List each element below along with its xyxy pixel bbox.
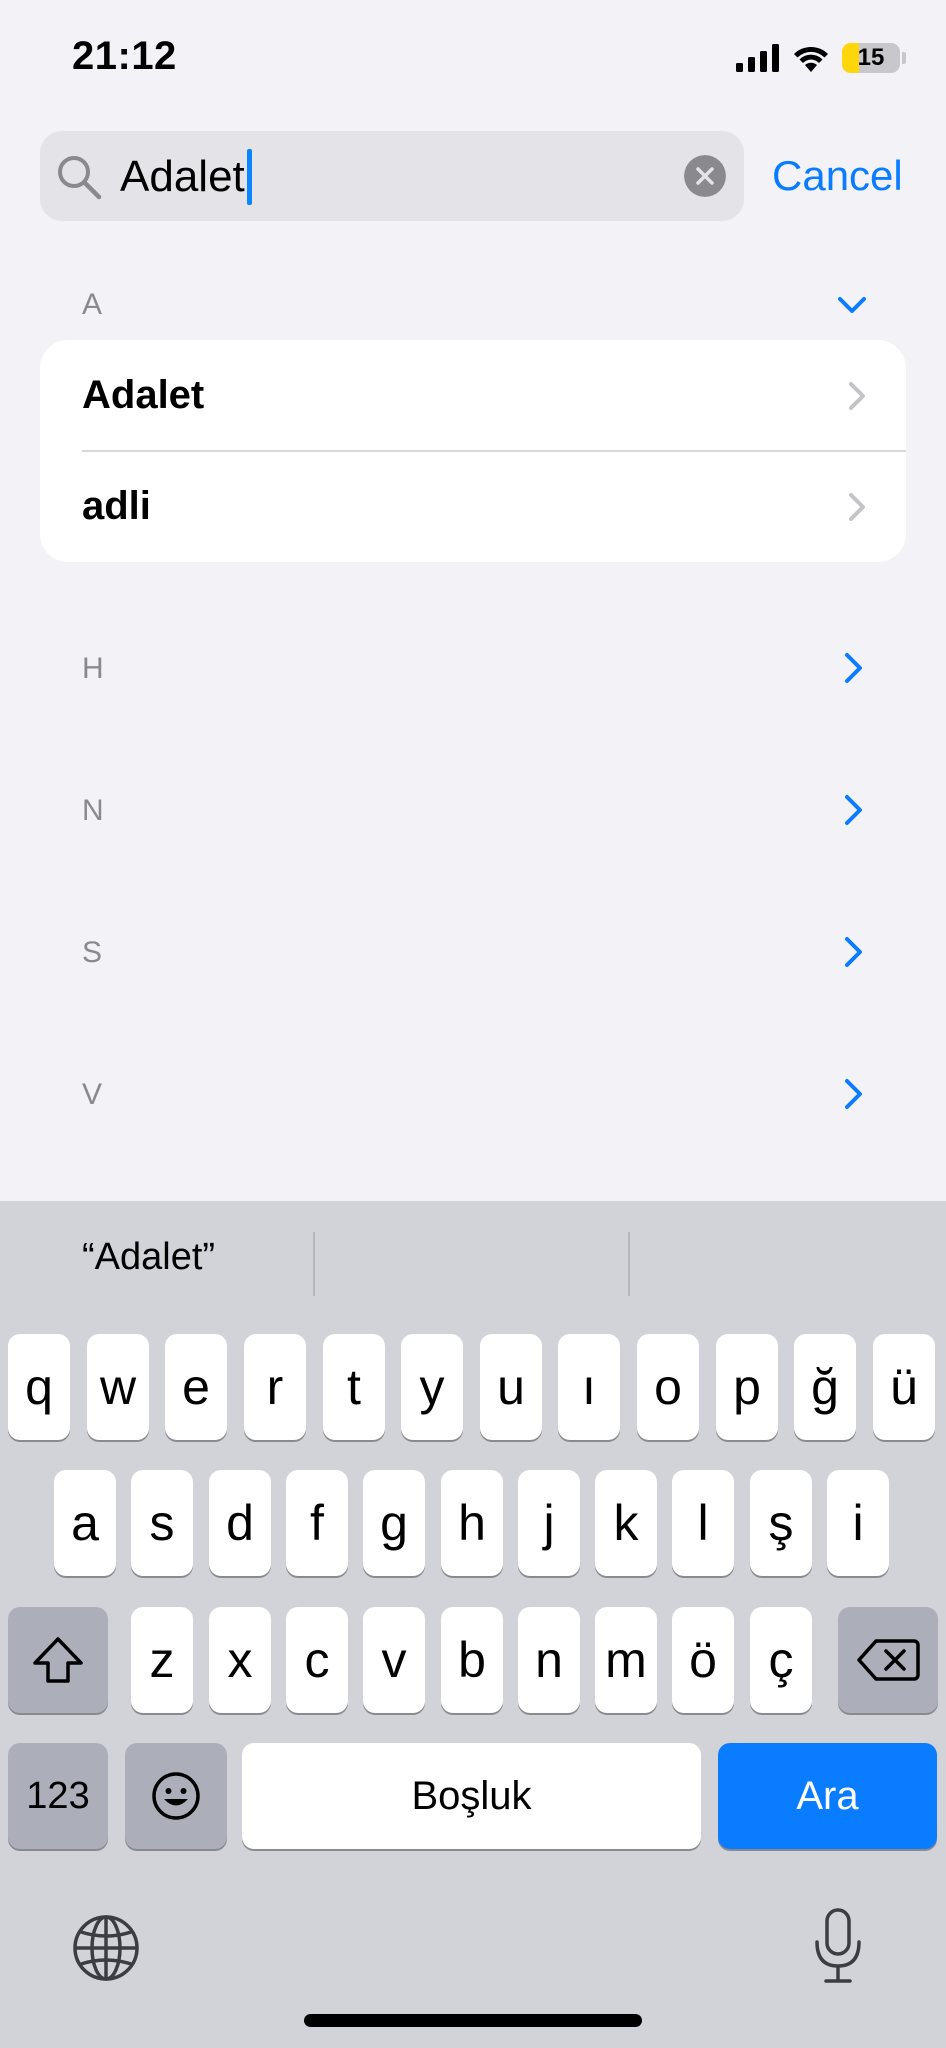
- delete-key[interactable]: [838, 1607, 938, 1713]
- key-i[interactable]: i: [827, 1470, 889, 1576]
- chevron-right-icon: [849, 492, 865, 521]
- home-indicator[interactable]: [304, 2014, 642, 2027]
- search-icon: [58, 156, 102, 200]
- suggestion-item[interactable]: “Adalet”: [82, 1236, 215, 1279]
- chevron-right-icon[interactable]: [834, 1074, 874, 1114]
- key-z[interactable]: z: [131, 1607, 193, 1713]
- key-l[interactable]: l: [672, 1470, 734, 1576]
- key-b[interactable]: b: [441, 1607, 503, 1713]
- key-c[interactable]: c: [286, 1607, 348, 1713]
- chevron-right-icon: [849, 381, 865, 410]
- key-m[interactable]: m: [595, 1607, 657, 1713]
- key-o[interactable]: o: [637, 1334, 699, 1440]
- key-c-cedilla[interactable]: ç: [750, 1607, 812, 1713]
- key-s-cedilla[interactable]: ş: [750, 1470, 812, 1576]
- clear-search-icon[interactable]: [684, 155, 726, 197]
- key-s[interactable]: s: [131, 1470, 193, 1576]
- search-input[interactable]: Adalet: [120, 149, 252, 205]
- battery-percentage: 15: [857, 44, 885, 71]
- wifi-icon: [794, 46, 828, 72]
- battery-tip: [902, 52, 906, 64]
- shift-icon: [33, 1637, 83, 1683]
- space-key[interactable]: Boşluk: [242, 1743, 701, 1849]
- microphone-icon[interactable]: [810, 1906, 866, 1986]
- chevron-right-icon[interactable]: [834, 932, 874, 972]
- chevron-right-icon[interactable]: [834, 648, 874, 688]
- key-u-umlaut[interactable]: ü: [873, 1334, 935, 1440]
- key-dotless-i[interactable]: ı: [558, 1334, 620, 1440]
- cellular-signal-icon: [736, 44, 779, 72]
- key-h[interactable]: h: [441, 1470, 503, 1576]
- list-item-adalet[interactable]: Adalet: [40, 340, 906, 452]
- key-n[interactable]: n: [518, 1607, 580, 1713]
- key-p[interactable]: p: [716, 1334, 778, 1440]
- key-g[interactable]: g: [363, 1470, 425, 1576]
- suggestion-divider: [313, 1232, 315, 1296]
- key-f[interactable]: f: [286, 1470, 348, 1576]
- globe-icon[interactable]: [70, 1912, 142, 1984]
- key-o-umlaut[interactable]: ö: [672, 1607, 734, 1713]
- chevron-right-icon[interactable]: [834, 790, 874, 830]
- search-input-text: Adalet: [120, 152, 245, 201]
- section-a-list: Adalet adli: [40, 340, 906, 562]
- section-header-n[interactable]: N: [82, 794, 104, 828]
- status-icons: 15: [736, 40, 906, 76]
- key-g-breve[interactable]: ğ: [794, 1334, 856, 1440]
- key-r[interactable]: r: [244, 1334, 306, 1440]
- list-item-adli[interactable]: adli: [40, 451, 906, 562]
- key-v[interactable]: v: [363, 1607, 425, 1713]
- list-item-label: Adalet: [82, 373, 205, 417]
- key-y[interactable]: y: [401, 1334, 463, 1440]
- section-header-s[interactable]: S: [82, 936, 102, 970]
- chevron-down-icon[interactable]: [832, 286, 872, 326]
- shift-key[interactable]: [8, 1607, 108, 1713]
- key-k[interactable]: k: [595, 1470, 657, 1576]
- list-item-label: adli: [82, 484, 151, 528]
- section-header-h[interactable]: H: [82, 652, 104, 686]
- suggestion-divider: [628, 1232, 630, 1296]
- emoji-icon: [152, 1772, 200, 1820]
- key-e[interactable]: e: [165, 1334, 227, 1440]
- key-j[interactable]: j: [518, 1470, 580, 1576]
- key-w[interactable]: w: [87, 1334, 149, 1440]
- backspace-icon: [857, 1639, 920, 1681]
- key-d[interactable]: d: [209, 1470, 271, 1576]
- section-header-v[interactable]: V: [82, 1078, 102, 1112]
- key-t[interactable]: t: [323, 1334, 385, 1440]
- search-return-key[interactable]: Ara: [718, 1743, 937, 1849]
- key-x[interactable]: x: [209, 1607, 271, 1713]
- text-cursor: [246, 149, 252, 205]
- cancel-button[interactable]: Cancel: [772, 148, 903, 204]
- emoji-key[interactable]: [125, 1743, 227, 1849]
- battery-icon: 15: [842, 43, 900, 73]
- numbers-key[interactable]: 123: [8, 1743, 108, 1849]
- section-header-a[interactable]: A: [82, 288, 102, 322]
- status-time: 21:12: [72, 34, 177, 78]
- key-q[interactable]: q: [8, 1334, 70, 1440]
- key-a[interactable]: a: [54, 1470, 116, 1576]
- key-u[interactable]: u: [480, 1334, 542, 1440]
